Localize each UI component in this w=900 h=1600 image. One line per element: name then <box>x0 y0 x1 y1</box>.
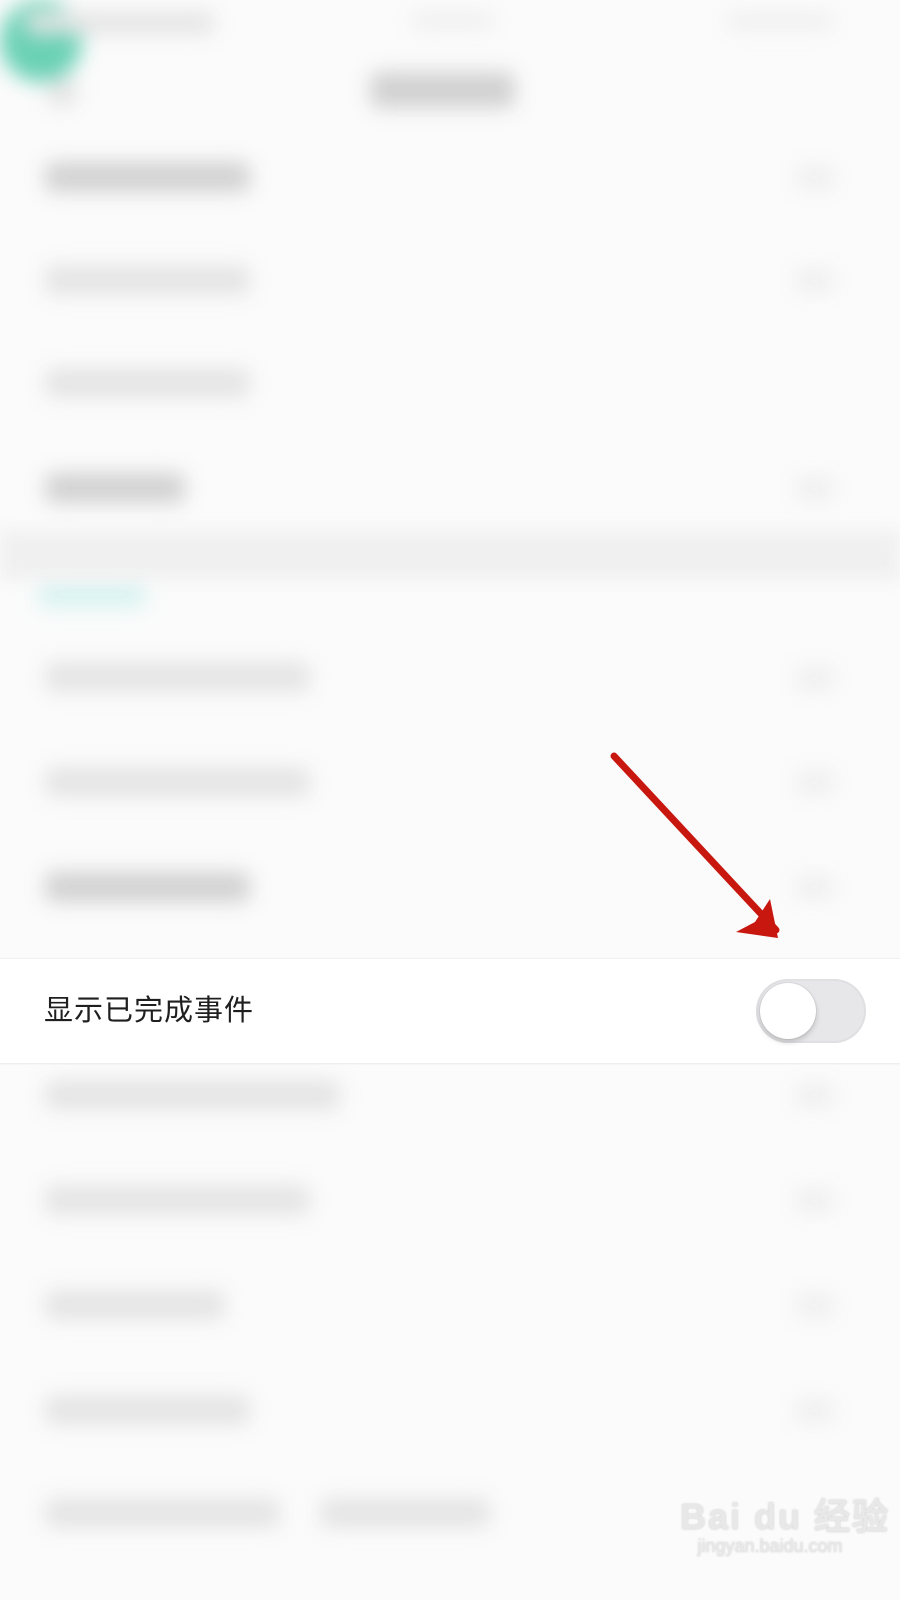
settings-screen: 显示已完成事件 Bai du 经验 jingyan.baidu.com <box>0 0 900 1600</box>
watermark-logo: Bai du 经验 <box>680 1496 891 1537</box>
toggle-knob <box>760 983 816 1039</box>
show-completed-events-toggle[interactable] <box>756 979 866 1043</box>
section-divider <box>0 530 900 580</box>
show-completed-events-label: 显示已完成事件 <box>44 993 255 1027</box>
red-annotation-arrow-icon <box>610 752 780 938</box>
show-completed-events-row[interactable]: 显示已完成事件 <box>0 958 900 1064</box>
baidu-jingyan-watermark: Bai du 经验 jingyan.baidu.com <box>680 1488 891 1568</box>
watermark-url: jingyan.baidu.com <box>697 1536 843 1556</box>
blurred-settings-background <box>0 0 900 1600</box>
